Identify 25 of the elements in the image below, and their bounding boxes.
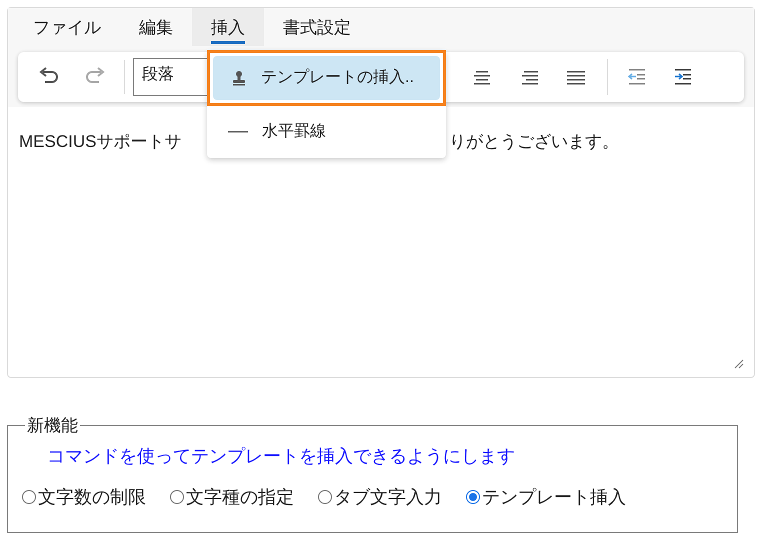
dropdown-item-label: 水平罫線 (262, 122, 326, 142)
menu-tab[interactable]: 挿入 (192, 8, 264, 46)
stamp-icon (231, 70, 247, 86)
radio-option[interactable]: テンプレート挿入 (466, 484, 626, 510)
horizontal-line-icon (228, 130, 248, 134)
menu-tab[interactable]: 書式設定 (264, 8, 370, 46)
radio-option[interactable]: タブ文字入力 (318, 484, 442, 510)
radio-button[interactable] (22, 490, 36, 504)
indent-icon[interactable] (672, 67, 694, 87)
menu-tab[interactable]: ファイル (14, 8, 120, 46)
feature-description: コマンドを使ってテンプレートを挿入できるようにします (47, 444, 516, 468)
radio-button[interactable] (466, 490, 480, 504)
group-legend: 新機能 (25, 413, 80, 438)
editor-text: りがとうございます。 (449, 131, 619, 153)
resize-grip-icon[interactable] (734, 359, 744, 369)
dropdown-item[interactable]: 水平罫線 (207, 106, 446, 158)
outdent-icon[interactable] (626, 67, 648, 87)
dropdown-item-label: テンプレートの挿入.. (261, 68, 414, 88)
radio-option[interactable]: 文字種の指定 (170, 484, 294, 510)
editor-text: MESCIUSサポートサ (19, 132, 182, 151)
radio-button[interactable] (318, 490, 332, 504)
radio-option[interactable]: 文字数の制限 (22, 484, 146, 510)
menu-tab[interactable]: 編集 (120, 8, 192, 46)
dropdown-item[interactable]: テンプレートの挿入.. (207, 50, 446, 106)
radio-button[interactable] (170, 490, 184, 504)
